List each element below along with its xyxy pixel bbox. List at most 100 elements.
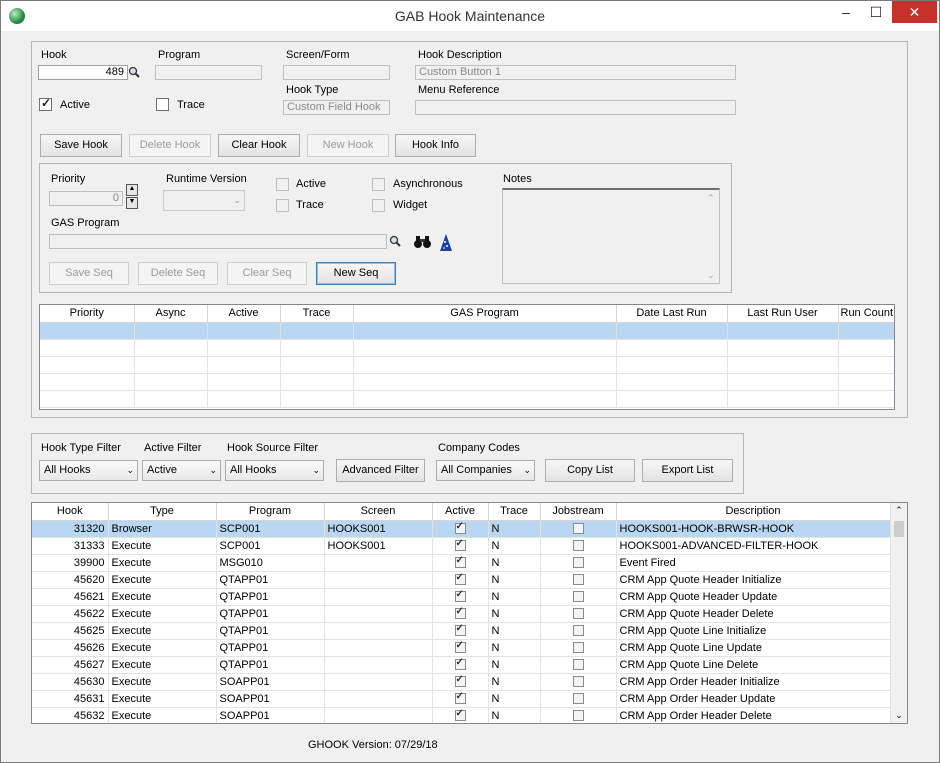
hook-list-row[interactable]: 45626ExecuteQTAPP01 N CRM App Quote Line U… [32, 639, 891, 657]
hook-source-filter-select[interactable]: All Hooks ⌄ [225, 460, 324, 481]
maximize-button[interactable]: ☐ [859, 1, 893, 23]
save-seq-button[interactable]: Save Seq [49, 262, 129, 285]
scroll-up-icon[interactable]: ⌃ [891, 505, 907, 516]
hook-list-row[interactable]: 45631ExecuteSOAPP01 N CRM App Order Header… [32, 690, 891, 708]
hook-list-column-header[interactable]: Trace [488, 503, 541, 521]
sequence-column-header[interactable]: Date Last Run [616, 305, 728, 323]
company-codes-select[interactable]: All Companies ⌄ [436, 460, 535, 481]
delete-seq-button[interactable]: Delete Seq [138, 262, 218, 285]
active-checkbox[interactable] [454, 606, 466, 620]
hook-type-filter-select[interactable]: All Hooks ⌄ [39, 460, 138, 481]
active-checkbox[interactable] [454, 674, 466, 688]
wizard-hat-icon[interactable] [439, 233, 453, 252]
close-button[interactable]: ✕ [892, 1, 937, 23]
scroll-down-icon[interactable]: ⌄ [891, 710, 907, 721]
active-checkbox[interactable] [454, 555, 466, 569]
new-seq-button[interactable]: New Seq [316, 262, 396, 285]
jobstream-checkbox[interactable] [572, 659, 584, 671]
jobstream-checkbox[interactable] [572, 523, 584, 535]
hook-list-row[interactable]: 31333ExecuteSCP001HOOKS001 N HOOKS001-ADVA… [32, 537, 891, 555]
sequence-row[interactable] [40, 322, 894, 340]
jobstream-checkbox[interactable] [572, 591, 584, 603]
copy-list-button[interactable]: Copy List [545, 459, 635, 482]
active-checkbox[interactable] [454, 572, 466, 586]
hook-list-row[interactable]: 45622ExecuteQTAPP01 N CRM App Quote Header… [32, 605, 891, 623]
hook-list-row[interactable]: 45632ExecuteSOAPP01 N CRM App Order Header… [32, 707, 891, 723]
sequence-column-header[interactable]: Trace [280, 305, 354, 323]
jobstream-checkbox[interactable] [572, 710, 584, 722]
sequence-row[interactable] [40, 390, 894, 408]
advanced-filter-button[interactable]: Advanced Filter [336, 459, 425, 482]
jobstream-checkbox[interactable] [572, 642, 584, 654]
hook-list-row[interactable]: 45630ExecuteSOAPP01 N CRM App Order Header… [32, 673, 891, 691]
hook-list-row[interactable]: 31320BrowserSCP001HOOKS001 N HOOKS001-HOOK… [32, 520, 891, 538]
hook-list-row[interactable]: 39900ExecuteMSG010 N Event Fired [32, 554, 891, 572]
screen-form-field[interactable] [283, 65, 390, 80]
seq-active-checkbox[interactable] [276, 178, 289, 191]
hook-number-field[interactable]: 489 [38, 65, 128, 80]
active-checkbox[interactable] [454, 623, 466, 637]
new-hook-button[interactable]: New Hook [307, 134, 389, 157]
hook-list-column-header[interactable]: Hook [32, 503, 109, 521]
hook-info-button[interactable]: Hook Info [395, 134, 476, 157]
gas-program-field[interactable] [49, 234, 387, 249]
clear-hook-button[interactable]: Clear Hook [218, 134, 300, 157]
jobstream-checkbox[interactable] [572, 574, 584, 586]
active-checkbox[interactable] [454, 708, 466, 722]
hook-list-row[interactable]: 45620ExecuteQTAPP01 N CRM App Quote Header… [32, 571, 891, 589]
minimize-button[interactable]: – [829, 1, 863, 23]
search-icon[interactable] [389, 235, 401, 247]
asynchronous-checkbox[interactable] [372, 178, 385, 191]
widget-checkbox[interactable] [372, 199, 385, 212]
clear-seq-button[interactable]: Clear Seq [227, 262, 307, 285]
hook-description-field[interactable]: Custom Button 1 [415, 65, 736, 80]
active-checkbox[interactable] [454, 657, 466, 671]
priority-field[interactable]: 0 [49, 191, 123, 206]
save-hook-button[interactable]: Save Hook [40, 134, 122, 157]
notes-textarea[interactable]: ⌃ ⌄ [502, 188, 720, 284]
delete-hook-button[interactable]: Delete Hook [129, 134, 211, 157]
active-filter-select[interactable]: Active ⌄ [142, 460, 221, 481]
export-list-button[interactable]: Export List [642, 459, 733, 482]
active-checkbox[interactable] [454, 589, 466, 603]
active-checkbox[interactable] [454, 521, 466, 535]
sequence-row[interactable] [40, 356, 894, 374]
sequence-column-header[interactable]: Async [134, 305, 208, 323]
scrollbar-thumb[interactable] [894, 521, 904, 537]
sequence-row[interactable] [40, 373, 894, 391]
search-icon[interactable] [128, 66, 140, 78]
active-checkbox[interactable] [454, 640, 466, 654]
active-checkbox[interactable] [454, 538, 466, 552]
sequence-column-header[interactable]: Run Count [838, 305, 894, 323]
hook-list-column-header[interactable]: Active [432, 503, 489, 521]
sequence-column-header[interactable]: Priority [40, 305, 135, 323]
jobstream-checkbox[interactable] [572, 693, 584, 705]
hook-list-column-header[interactable]: Type [108, 503, 217, 521]
jobstream-checkbox[interactable] [572, 625, 584, 637]
sequence-column-header[interactable]: Last Run User [727, 305, 839, 323]
seq-trace-checkbox[interactable] [276, 199, 289, 212]
hook-list-column-header[interactable]: Jobstream [540, 503, 617, 521]
jobstream-checkbox[interactable] [572, 540, 584, 552]
hook-list-row[interactable]: 45621ExecuteQTAPP01 N CRM App Quote Header… [32, 588, 891, 606]
hook-list-row[interactable]: 45625ExecuteQTAPP01 N CRM App Quote Line I… [32, 622, 891, 640]
hook-list-column-header[interactable]: Screen [324, 503, 433, 521]
hook-trace-checkbox[interactable] [156, 98, 169, 111]
hook-active-checkbox[interactable] [39, 96, 52, 111]
jobstream-checkbox[interactable] [572, 608, 584, 620]
notes-scrollbar[interactable]: ⌃ ⌄ [703, 190, 719, 283]
priority-up-arrow[interactable]: ▲ [126, 184, 138, 196]
binoculars-icon[interactable] [413, 234, 433, 250]
hook-type-field[interactable]: Custom Field Hook [283, 100, 390, 115]
jobstream-checkbox[interactable] [572, 676, 584, 688]
sequence-column-header[interactable]: Active [207, 305, 281, 323]
hook-list-column-header[interactable]: Description [616, 503, 891, 521]
menu-reference-field[interactable] [415, 100, 736, 115]
sequence-row[interactable] [40, 339, 894, 357]
priority-down-arrow[interactable]: ▼ [126, 197, 138, 209]
active-checkbox[interactable] [454, 691, 466, 705]
sequence-column-header[interactable]: GAS Program [353, 305, 617, 323]
program-field[interactable] [155, 65, 262, 80]
runtime-version-select[interactable]: ⌄ [163, 190, 245, 211]
hook-list-column-header[interactable]: Program [216, 503, 325, 521]
